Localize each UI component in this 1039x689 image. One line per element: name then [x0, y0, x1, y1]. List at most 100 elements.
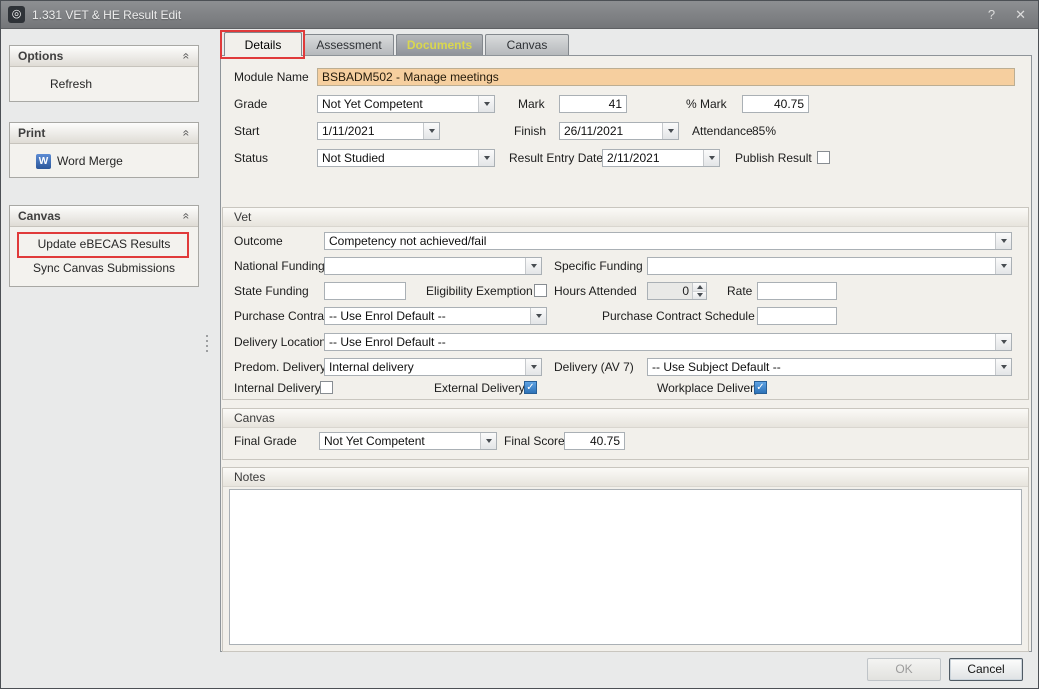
collapse-chevron-icon[interactable]: « [180, 130, 194, 137]
dropdown-arrow-icon[interactable] [995, 359, 1011, 375]
final-score-label: Final Score [504, 432, 565, 450]
grade-select[interactable]: Not Yet Competent [317, 95, 495, 113]
workplace-delivery-label: Workplace Delivery [657, 379, 760, 397]
purchase-contract-select[interactable]: -- Use Enrol Default -- [324, 307, 547, 325]
cancel-button[interactable]: Cancel [949, 658, 1023, 681]
dropdown-arrow-icon[interactable] [478, 150, 494, 166]
state-funding-input[interactable] [324, 282, 406, 300]
module-name-field[interactable]: BSBADM502 - Manage meetings [317, 68, 1015, 86]
outcome-value: Competency not achieved/fail [329, 234, 486, 248]
word-merge-label: Word Merge [57, 149, 123, 173]
collapse-chevron-icon[interactable]: « [180, 213, 194, 220]
purchase-contract-schedule-label: Purchase Contract Schedule [602, 307, 755, 325]
state-funding-label: State Funding [234, 282, 309, 300]
external-delivery-checkbox[interactable] [524, 381, 537, 394]
eligibility-exemption-checkbox[interactable] [534, 284, 547, 297]
collapse-chevron-icon[interactable]: « [180, 53, 194, 60]
notes-group-title: Notes [223, 468, 1028, 487]
internal-delivery-checkbox[interactable] [320, 381, 333, 394]
print-panel-header[interactable]: Print « [10, 123, 198, 144]
predom-delivery-label: Predom. Delivery [234, 358, 326, 376]
details-tab-page: Module Name BSBADM502 - Manage meetings … [220, 55, 1032, 652]
dropdown-arrow-icon[interactable] [525, 359, 541, 375]
canvas-panel-header[interactable]: Canvas « [10, 206, 198, 227]
dropdown-arrow-icon[interactable] [995, 258, 1011, 274]
titlebar[interactable]: ◎ 1.331 VET & HE Result Edit ? ✕ [1, 1, 1038, 29]
external-delivery-label: External Delivery [434, 379, 525, 397]
finish-date-select[interactable]: 26/11/2021 [559, 122, 679, 140]
rate-input[interactable] [757, 282, 837, 300]
canvas-group-title: Canvas [223, 409, 1028, 428]
delivery-location-select[interactable]: -- Use Enrol Default -- [324, 333, 1012, 351]
dropdown-arrow-icon[interactable] [525, 258, 541, 274]
finish-date-value: 26/11/2021 [564, 124, 623, 138]
dropdown-arrow-icon[interactable] [662, 123, 678, 139]
mark-input[interactable]: 41 [559, 95, 627, 113]
hours-attended-spinner[interactable]: 0 [647, 282, 707, 300]
print-panel: Print « W Word Merge [9, 122, 199, 178]
close-icon[interactable]: ✕ [1015, 7, 1026, 23]
app-icon: ◎ [8, 6, 25, 23]
delivery-av7-value: -- Use Subject Default -- [652, 360, 781, 374]
internal-delivery-label: Internal Delivery [234, 379, 321, 397]
delivery-av7-select[interactable]: -- Use Subject Default -- [647, 358, 1012, 376]
purchase-contract-value: -- Use Enrol Default -- [329, 309, 446, 323]
delivery-av7-label: Delivery (AV 7) [554, 358, 634, 376]
print-panel-title: Print [18, 126, 183, 140]
dropdown-arrow-icon[interactable] [995, 233, 1011, 249]
options-panel-title: Options [18, 49, 183, 63]
dropdown-arrow-icon[interactable] [480, 433, 496, 449]
canvas-panel-title: Canvas [18, 209, 183, 223]
pct-mark-input[interactable]: 40.75 [742, 95, 809, 113]
ok-button[interactable]: OK [867, 658, 941, 681]
word-icon: W [36, 154, 51, 169]
result-entry-date-value: 2/11/2021 [607, 151, 660, 165]
spin-up-icon[interactable] [693, 283, 706, 292]
tab-documents[interactable]: Documents [396, 34, 483, 55]
update-ebecas-results-button[interactable]: Update eBECAS Results [10, 232, 198, 256]
national-funding-label: National Funding [234, 257, 325, 275]
final-grade-select[interactable]: Not Yet Competent [319, 432, 497, 450]
tab-assessment[interactable]: Assessment [304, 34, 394, 55]
outcome-select[interactable]: Competency not achieved/fail [324, 232, 1012, 250]
module-name-label: Module Name [234, 68, 309, 86]
outcome-label: Outcome [234, 232, 283, 250]
dropdown-arrow-icon[interactable] [423, 123, 439, 139]
start-date-select[interactable]: 1/11/2021 [317, 122, 440, 140]
mark-label: Mark [518, 95, 545, 113]
tab-details[interactable]: Details [224, 32, 302, 56]
workplace-delivery-checkbox[interactable] [754, 381, 767, 394]
eligibility-exemption-label: Eligibility Exemption [426, 282, 533, 300]
purchase-contract-label: Purchase Contract [234, 307, 333, 325]
spin-down-icon[interactable] [693, 292, 706, 300]
national-funding-select[interactable] [324, 257, 542, 275]
attendance-value: 85% [752, 122, 776, 140]
dropdown-arrow-icon[interactable] [530, 308, 546, 324]
help-icon[interactable]: ? [988, 7, 995, 22]
options-panel-header[interactable]: Options « [10, 46, 198, 67]
final-grade-label: Final Grade [234, 432, 297, 450]
predom-delivery-select[interactable]: Internal delivery [324, 358, 542, 376]
dropdown-arrow-icon[interactable] [478, 96, 494, 112]
pct-mark-label: % Mark [686, 95, 727, 113]
final-score-input[interactable]: 40.75 [564, 432, 625, 450]
publish-result-checkbox[interactable] [817, 151, 830, 164]
status-select[interactable]: Not Studied [317, 149, 495, 167]
predom-delivery-value: Internal delivery [329, 360, 414, 374]
hours-attended-label: Hours Attended [554, 282, 637, 300]
refresh-button[interactable]: Refresh [10, 72, 198, 96]
dropdown-arrow-icon[interactable] [995, 334, 1011, 350]
start-date-value: 1/11/2021 [322, 124, 375, 138]
grade-label: Grade [234, 95, 267, 113]
tab-canvas[interactable]: Canvas [485, 34, 569, 55]
publish-result-label: Publish Result [735, 149, 812, 167]
sync-canvas-submissions-button[interactable]: Sync Canvas Submissions [10, 256, 198, 280]
word-merge-button[interactable]: W Word Merge [10, 149, 198, 173]
splitter-handle[interactable] [203, 34, 210, 652]
result-entry-date-select[interactable]: 2/11/2021 [602, 149, 720, 167]
purchase-contract-schedule-input[interactable] [757, 307, 837, 325]
dropdown-arrow-icon[interactable] [703, 150, 719, 166]
attendance-label: Attendance [692, 122, 753, 140]
notes-textarea[interactable] [229, 489, 1022, 645]
specific-funding-select[interactable] [647, 257, 1012, 275]
